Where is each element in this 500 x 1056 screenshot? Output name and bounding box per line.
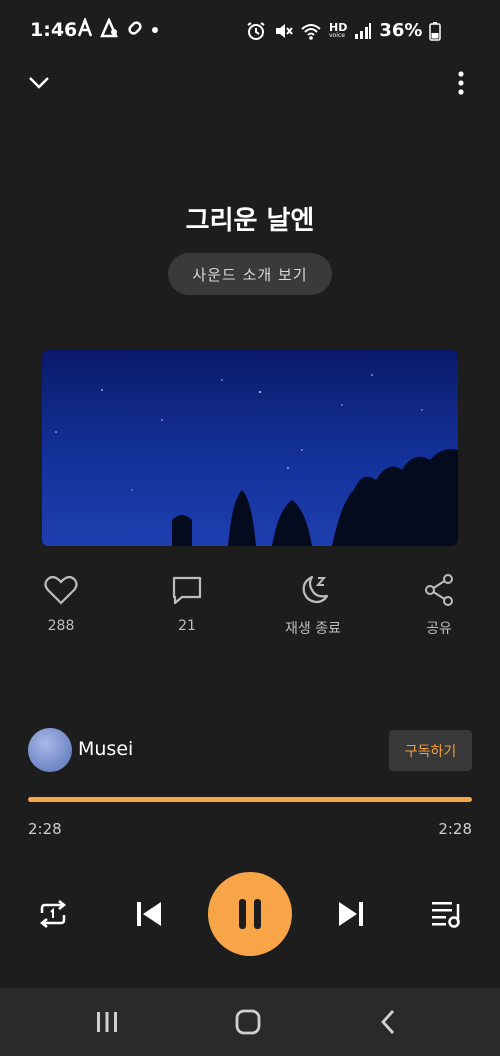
sleep-timer-label: 재생 종료	[285, 621, 341, 637]
battery-percent: 36%	[379, 20, 423, 41]
comment-icon	[172, 576, 202, 605]
wifi-icon	[301, 23, 321, 40]
track-title: 그리운 날엔	[185, 206, 315, 236]
current-time: 2:28	[28, 820, 62, 838]
system-nav-bar	[0, 988, 500, 1056]
moon-icon	[302, 575, 329, 604]
next-track-icon[interactable]	[336, 898, 366, 930]
notification-icons	[76, 18, 160, 38]
app-notification-icon	[100, 18, 118, 38]
battery-icon	[429, 21, 442, 41]
status-bar: 1:46 HD voice 36%	[0, 0, 500, 64]
heart-icon	[44, 575, 78, 605]
playlist-icon[interactable]	[430, 898, 464, 930]
system-icons: HD voice 36%	[246, 20, 442, 41]
sleep-timer-action[interactable]: 재생 종료	[268, 574, 358, 638]
collapse-chevron-icon[interactable]	[28, 72, 50, 92]
sound-intro-button[interactable]: 사운드 소개 보기	[168, 253, 332, 295]
previous-track-icon[interactable]	[134, 898, 164, 930]
subscribe-button[interactable]: 구독하기	[389, 730, 472, 771]
pause-button[interactable]	[208, 872, 292, 956]
alarm-icon	[247, 21, 265, 40]
progress-bar[interactable]	[28, 797, 472, 802]
back-icon[interactable]	[378, 1008, 398, 1036]
mute-icon	[276, 23, 293, 38]
link-icon	[128, 21, 142, 35]
like-count: 288	[47, 618, 75, 634]
status-time: 1:46	[30, 19, 78, 41]
app-notification-icon	[77, 18, 93, 37]
total-time: 2:28	[438, 820, 472, 838]
share-label: 공유	[426, 621, 452, 637]
signal-icon	[355, 22, 372, 39]
share-icon	[425, 574, 453, 606]
more-options-icon[interactable]	[454, 70, 468, 96]
track-artwork	[42, 350, 458, 546]
dot-icon	[152, 27, 158, 33]
home-icon[interactable]	[234, 1008, 262, 1036]
like-action[interactable]: 288	[16, 574, 106, 634]
network-type: HD voice	[329, 21, 348, 39]
share-action[interactable]: 공유	[394, 574, 484, 638]
comment-count: 21	[178, 618, 196, 634]
channel-name[interactable]: Musei	[78, 738, 133, 760]
channel-avatar[interactable]	[28, 728, 72, 772]
recent-apps-icon[interactable]	[95, 1010, 119, 1034]
comment-action[interactable]: 21	[142, 574, 232, 634]
pause-icon	[239, 899, 261, 929]
repeat-icon[interactable]	[36, 898, 70, 930]
